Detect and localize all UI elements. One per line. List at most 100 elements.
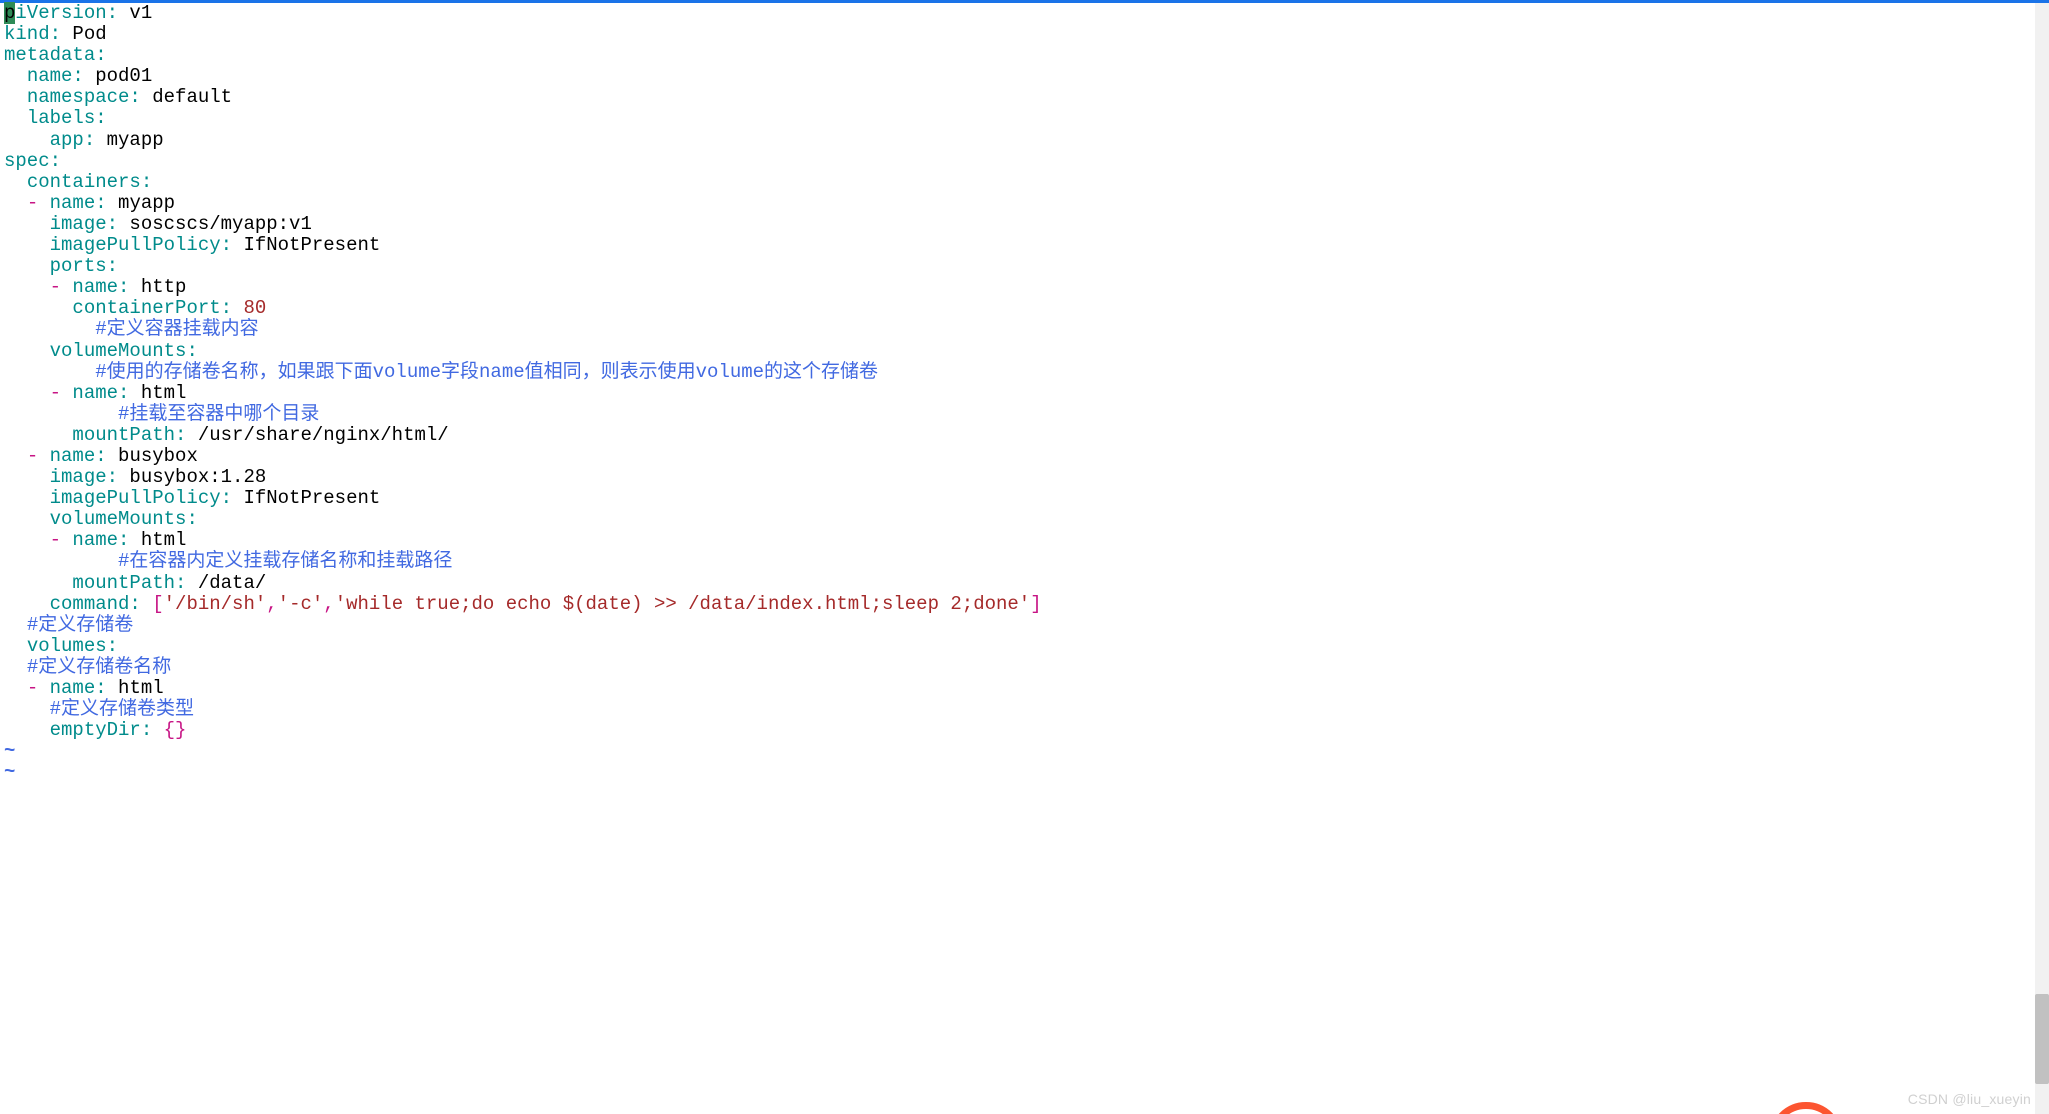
token-key: volumeMounts	[50, 508, 187, 530]
code-line: emptyDir: {}	[4, 719, 186, 741]
token-val	[4, 593, 50, 615]
token-key: spec	[4, 150, 50, 172]
token-cmt: #使用的存储卷名称，如果跟下面volume字段name值相同，则表示使用volu…	[95, 361, 878, 383]
token-val	[4, 572, 72, 594]
token-key: :	[107, 255, 118, 277]
token-val	[4, 276, 50, 298]
token-val	[4, 65, 27, 87]
code-line: - name: html	[4, 677, 164, 699]
token-brk: [	[152, 593, 163, 615]
token-key: emptyDir:	[50, 719, 153, 741]
code-line: - name: http	[4, 276, 186, 298]
scrollbar-thumb[interactable]	[2035, 994, 2049, 1084]
code-line: containers:	[4, 171, 152, 193]
code-line: #定义存储卷类型	[4, 698, 194, 720]
token-val	[4, 614, 27, 636]
token-key: imagePullPolicy:	[50, 487, 232, 509]
token-val	[4, 171, 27, 193]
token-key: metadata	[4, 44, 95, 66]
token-brk: ,	[323, 593, 334, 615]
token-val	[61, 276, 72, 298]
code-line: command: ['/bin/sh','-c','while true;do …	[4, 593, 1042, 615]
token-key: labels	[27, 107, 95, 129]
code-line: ports:	[4, 255, 118, 277]
code-line: - name: myapp	[4, 192, 175, 214]
token-cmt: #挂载至容器中哪个目录	[118, 403, 319, 425]
token-str: '-c'	[278, 593, 324, 615]
token-key: iVersion	[15, 2, 106, 24]
token-val: myapp	[107, 192, 175, 214]
token-key: imagePullPolicy:	[50, 234, 232, 256]
token-key: name:	[72, 276, 129, 298]
token-dash: -	[50, 382, 61, 404]
code-line: image: soscscs/myapp:v1	[4, 213, 312, 235]
token-val	[4, 677, 27, 699]
token-dash: -	[50, 529, 61, 551]
code-line: metadata:	[4, 44, 107, 66]
code-line: #使用的存储卷名称，如果跟下面volume字段name值相同，则表示使用volu…	[4, 361, 878, 383]
token-val	[38, 445, 49, 467]
token-dash: -	[50, 276, 61, 298]
token-key: :	[186, 508, 197, 530]
token-key: volumes	[27, 635, 107, 657]
token-val	[232, 297, 243, 319]
token-val	[4, 635, 27, 657]
token-key: volumeMounts	[50, 340, 187, 362]
token-val: IfNotPresent	[232, 234, 380, 256]
code-line: piVersion: v1	[4, 2, 152, 24]
token-val: default	[141, 86, 232, 108]
token-dash: -	[27, 677, 38, 699]
token-val	[4, 361, 95, 383]
token-val	[4, 487, 50, 509]
token-dash: -	[27, 192, 38, 214]
token-val	[61, 529, 72, 551]
vertical-scrollbar[interactable]	[2035, 3, 2049, 1114]
token-val	[4, 192, 27, 214]
token-num: 80	[243, 297, 266, 319]
token-key: name:	[72, 529, 129, 551]
token-key: :	[95, 44, 106, 66]
token-key: :	[107, 2, 118, 24]
code-line: mountPath: /data/	[4, 572, 266, 594]
token-key: :	[50, 150, 61, 172]
token-val	[4, 508, 50, 530]
token-val	[4, 445, 27, 467]
code-line: kind: Pod	[4, 23, 107, 45]
code-line: spec:	[4, 150, 61, 172]
token-val	[61, 382, 72, 404]
token-str: '/bin/sh'	[164, 593, 267, 615]
token-cmt: #定义容器挂载内容	[95, 318, 258, 340]
token-val	[4, 403, 118, 425]
token-cmt: #在容器内定义挂载存储名称和挂载路径	[118, 550, 452, 572]
token-val	[4, 529, 50, 551]
token-key: name:	[72, 382, 129, 404]
token-key: :	[95, 107, 106, 129]
token-val	[4, 340, 50, 362]
token-key: containers	[27, 171, 141, 193]
token-key: kind:	[4, 23, 61, 45]
token-val: soscscs/myapp:v1	[118, 213, 312, 235]
token-val: busybox:1.28	[118, 466, 266, 488]
token-key: app:	[50, 129, 96, 151]
token-val: html	[129, 382, 186, 404]
code-line: #挂载至容器中哪个目录	[4, 403, 319, 425]
vim-empty-line-tilde: ~	[4, 740, 15, 762]
token-val: /usr/share/nginx/html/	[186, 424, 448, 446]
token-val: pod01	[84, 65, 152, 87]
token-val	[4, 107, 27, 129]
token-key: mountPath:	[72, 572, 186, 594]
csdn-watermark: CSDN @liu_xueyin	[1908, 1089, 2031, 1110]
code-line: volumeMounts:	[4, 340, 198, 362]
token-val	[4, 86, 27, 108]
token-val: html	[107, 677, 164, 699]
code-line: volumes:	[4, 635, 118, 657]
token-val	[4, 550, 118, 572]
token-key: name:	[50, 445, 107, 467]
token-val: v1	[118, 2, 152, 24]
token-cursor-first: p	[4, 2, 15, 24]
code-line: - name: busybox	[4, 445, 198, 467]
token-key: containerPort:	[72, 297, 232, 319]
token-val	[4, 698, 50, 720]
token-brk: ,	[266, 593, 277, 615]
token-val	[38, 677, 49, 699]
